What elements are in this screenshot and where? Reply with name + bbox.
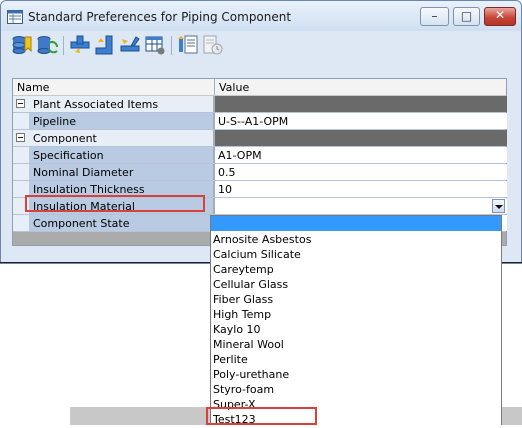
pipe-branch-icon[interactable] — [119, 34, 141, 56]
dropdown-option[interactable]: Calcium Silicate — [213, 248, 301, 263]
dropdown-option[interactable]: Fiber Glass — [213, 293, 273, 308]
value-header-label: Value — [219, 81, 250, 94]
property-value-cell[interactable]: 0.5 — [214, 164, 507, 180]
property-value: 0.5 — [218, 166, 236, 179]
row-margin — [13, 147, 29, 163]
property-value: U-S--A1-OPM — [218, 115, 289, 128]
import-document-icon[interactable] — [177, 34, 199, 56]
property-value-cell[interactable]: U-S--A1-OPM — [214, 113, 507, 129]
property-row-specification[interactable]: Specification A1-OPM — [13, 147, 507, 164]
dropdown-option[interactable]: Perlite — [213, 353, 248, 368]
category-label: Component — [33, 132, 97, 145]
dropdown-selected-row[interactable] — [211, 216, 501, 231]
grid-header: Name Value — [13, 79, 506, 96]
title-bar[interactable]: Standard Preferences for Piping Componen… — [1, 1, 521, 31]
property-value-cell[interactable]: A1-OPM — [214, 147, 507, 163]
dropdown-option[interactable]: Cellular Glass — [213, 278, 288, 293]
maximize-icon: □ — [460, 9, 473, 23]
maximize-button[interactable]: □ — [453, 7, 480, 26]
app-icon — [7, 10, 23, 24]
value-column-header[interactable]: Value — [214, 79, 507, 95]
name-column-header[interactable]: Name — [13, 79, 213, 95]
schedule-document-icon[interactable] — [202, 34, 224, 56]
toolbar-separator — [63, 36, 64, 55]
property-label: Specification — [33, 149, 104, 162]
property-row-nominal-diameter[interactable]: Nominal Diameter 0.5 — [13, 164, 507, 181]
dropdown-option[interactable]: Kaylo 10 — [213, 323, 261, 338]
toolbar — [11, 34, 511, 58]
property-name-cell: Pipeline — [13, 113, 213, 129]
collapse-icon[interactable] — [16, 99, 25, 108]
close-icon: ✕ — [494, 8, 506, 22]
row-margin — [13, 164, 29, 180]
dropdown-arrow-icon[interactable] — [492, 199, 505, 213]
pipe-tee-icon[interactable] — [69, 34, 91, 56]
close-button[interactable]: ✕ — [484, 7, 516, 26]
property-label: Pipeline — [33, 115, 77, 128]
table-settings-icon[interactable] — [144, 34, 166, 56]
insulation-material-dropdown-list[interactable]: Arnosite Asbestos Calcium Silicate Carey… — [210, 215, 502, 426]
minimize-icon: – — [431, 9, 438, 23]
property-value: A1-OPM — [218, 149, 262, 162]
name-header-label: Name — [17, 81, 50, 94]
collapse-icon[interactable] — [16, 133, 25, 142]
property-name-cell: Component State — [13, 215, 213, 231]
row-margin — [13, 215, 29, 231]
property-label: Nominal Diameter — [33, 166, 134, 179]
category-label: Plant Associated Items — [33, 98, 159, 111]
dropdown-option[interactable]: Mineral Wool — [213, 338, 284, 353]
highlight-test123-option — [206, 407, 317, 425]
row-margin — [13, 113, 29, 129]
dropdown-option[interactable]: High Temp — [213, 308, 271, 323]
property-label: Component State — [33, 217, 130, 230]
dropdown-option[interactable]: Poly-urethane — [213, 368, 289, 383]
property-row-pipeline[interactable]: Pipeline U-S--A1-OPM — [13, 113, 507, 130]
category-value — [214, 96, 507, 112]
database-bookmark-icon[interactable] — [11, 34, 33, 56]
category-value — [214, 130, 507, 146]
category-cell: Plant Associated Items — [13, 96, 213, 112]
dropdown-option[interactable]: Arnosite Asbestos — [213, 233, 311, 248]
category-cell: Component — [13, 130, 213, 146]
highlight-insulation-material — [25, 195, 205, 212]
property-name-cell: Nominal Diameter — [13, 164, 213, 180]
insulation-material-select[interactable] — [214, 198, 507, 214]
database-sync-icon[interactable] — [36, 34, 58, 56]
property-value: 10 — [218, 183, 232, 196]
category-row-component[interactable]: Component — [13, 130, 507, 147]
toolbar-separator — [171, 36, 172, 55]
category-row-plant-associated-items[interactable]: Plant Associated Items — [13, 96, 507, 113]
property-value-cell[interactable]: 10 — [214, 181, 507, 197]
dropdown-option[interactable]: Styro-foam — [213, 383, 274, 398]
pipe-elbow-icon[interactable] — [94, 34, 116, 56]
window-title: Standard Preferences for Piping Componen… — [28, 10, 292, 24]
property-name-cell: Specification — [13, 147, 213, 163]
dropdown-option[interactable]: Careytemp — [213, 263, 274, 278]
minimize-button[interactable]: – — [420, 7, 449, 26]
